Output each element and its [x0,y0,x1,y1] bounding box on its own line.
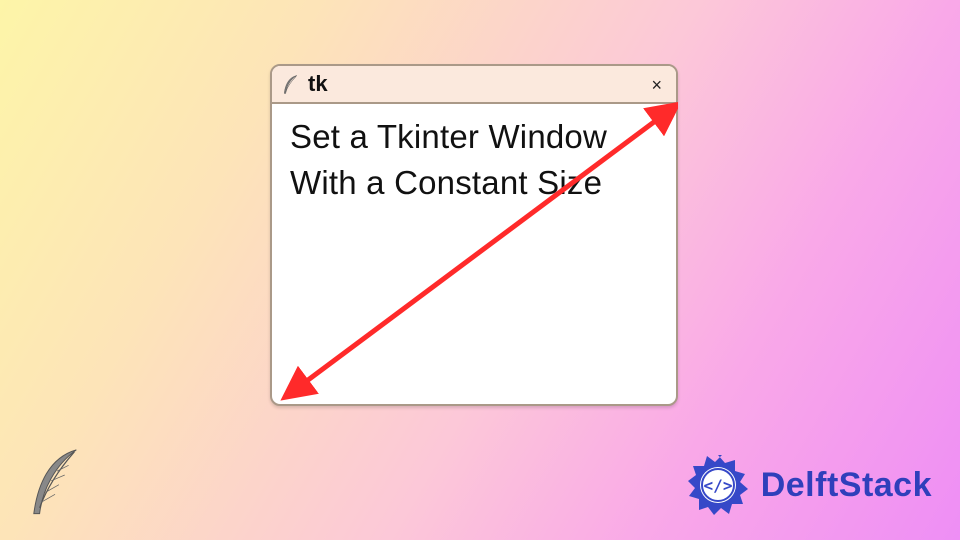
window-body: Set a Tkinter Window With a Constant Siz… [272,104,676,216]
tk-window: tk × Set a Tkinter Window With a Constan… [270,64,678,406]
window-title: tk [308,71,328,97]
decorative-feather-icon [28,446,86,518]
svg-text:</>: </> [703,476,732,495]
brand: </> DelftStack [685,452,932,518]
body-text: Set a Tkinter Window With a Constant Siz… [290,114,658,206]
brand-logo-icon: </> [685,452,751,518]
feather-icon [282,74,300,94]
brand-name: DelftStack [761,466,932,505]
close-icon[interactable]: × [651,76,662,94]
titlebar[interactable]: tk × [272,66,676,104]
